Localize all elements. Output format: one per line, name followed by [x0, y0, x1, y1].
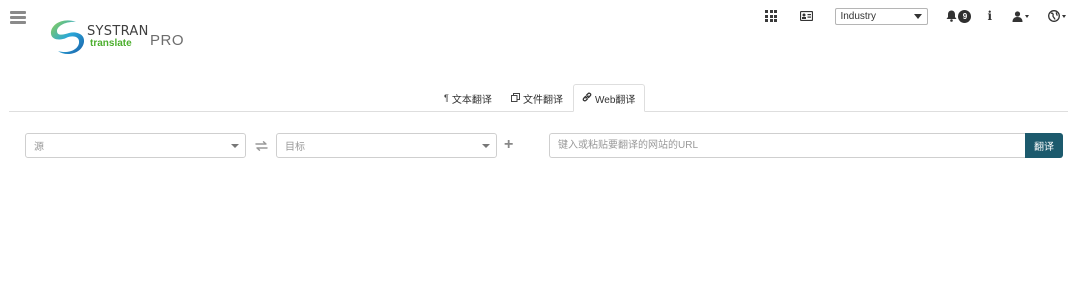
tab-label: 文本翻译	[451, 94, 492, 106]
contact-card-icon[interactable]	[800, 6, 814, 26]
logo-pro: PRO	[150, 32, 185, 49]
chevron-down-icon	[914, 13, 923, 19]
domain-select[interactable]: Industry	[835, 7, 929, 25]
translation-mode-tabs: ¶ 文本翻译 文件翻译 Web翻译	[0, 84, 1080, 112]
source-language-select[interactable]: 源	[25, 133, 246, 158]
target-language-placeholder: 目标	[285, 142, 305, 153]
url-input[interactable]	[549, 133, 1026, 158]
tab-label: Web翻译	[595, 94, 636, 106]
chevron-down-icon	[482, 144, 490, 148]
translate-button[interactable]: 翻译	[1025, 133, 1063, 158]
copy-icon	[511, 92, 520, 104]
tab-web-translation[interactable]: Web翻译	[573, 84, 645, 112]
systran-swirl-icon	[50, 20, 85, 55]
tab-text-translation[interactable]: ¶ 文本翻译	[436, 84, 500, 112]
bell-icon	[946, 10, 957, 22]
info-icon[interactable]: i	[987, 6, 992, 26]
swap-languages-icon[interactable]	[255, 139, 268, 153]
notifications-button[interactable]: 9	[946, 6, 972, 26]
notification-badge: 9	[958, 9, 972, 23]
user-menu-button[interactable]	[1012, 6, 1029, 26]
link-icon	[582, 92, 592, 104]
menu-icon[interactable]	[10, 11, 26, 25]
tab-label: 文件翻译	[523, 94, 563, 106]
target-language-select[interactable]: 目标	[276, 133, 497, 158]
top-toolbar: Industry 9 i	[765, 6, 1066, 26]
chevron-down-icon	[1062, 14, 1066, 18]
tab-file-translation[interactable]: 文件翻译	[503, 84, 571, 112]
user-icon	[1012, 10, 1023, 22]
systran-logo: SYSTRAN translate PRO	[46, 16, 196, 58]
chevron-down-icon	[1025, 14, 1029, 18]
language-menu-button[interactable]	[1048, 6, 1066, 26]
logo-subtitle: translate	[90, 38, 132, 49]
add-target-language-icon[interactable]: +	[504, 137, 513, 153]
source-language-placeholder: 源	[34, 142, 44, 153]
globe-icon	[1048, 10, 1060, 22]
apps-grid-icon[interactable]	[765, 6, 800, 26]
chevron-down-icon	[231, 144, 239, 148]
logo-brand: SYSTRAN	[87, 24, 149, 39]
domain-select-value: Industry	[840, 10, 877, 22]
pilcrow-icon: ¶	[444, 93, 449, 103]
